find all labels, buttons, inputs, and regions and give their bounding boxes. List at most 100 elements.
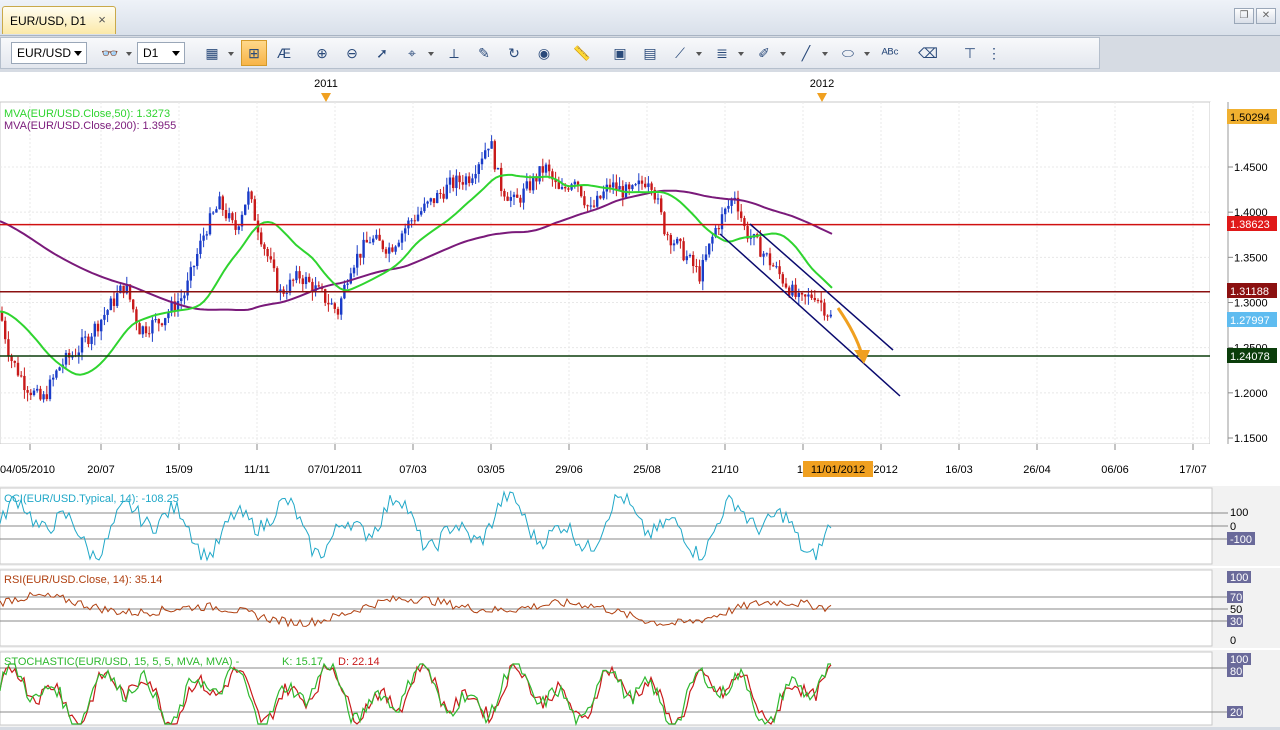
candle-body xyxy=(416,214,420,221)
trend-line-icon[interactable]: ╱ xyxy=(793,40,819,66)
candle-body xyxy=(772,265,775,267)
candle-body xyxy=(820,300,823,303)
price-axis[interactable]: 1.45001.40001.35001.30001.25001.20001.15… xyxy=(1210,102,1280,445)
fib-dropdown[interactable] xyxy=(737,40,745,66)
picture-icon[interactable]: ▣ xyxy=(607,40,633,66)
candle-body xyxy=(650,183,653,190)
chart-area[interactable]: 2011 2012 MVA(EUR/USD.Close,50): 1.3273 xyxy=(0,72,1280,727)
timeframe-select[interactable]: D1 xyxy=(137,42,185,64)
candle-body xyxy=(528,181,532,191)
line-tools-dropdown[interactable] xyxy=(695,40,703,66)
stochastic-pane[interactable]: STOCHASTIC(EUR/USD, 15, 5, 5, MVA, MVA) … xyxy=(0,650,1280,727)
candle-body xyxy=(490,141,493,149)
candle-body xyxy=(333,303,336,309)
zoom-in-icon[interactable]: ⊕ xyxy=(309,40,335,66)
candle-body xyxy=(538,166,541,182)
globe-icon[interactable]: ◉ xyxy=(531,40,557,66)
pencil-icon[interactable]: ✐ xyxy=(751,40,777,66)
bar-chart-icon[interactable]: ⊞ xyxy=(241,40,267,66)
candle-body xyxy=(436,192,439,204)
glasses-dropdown[interactable] xyxy=(125,40,133,66)
candle-body xyxy=(39,388,42,400)
candle-body xyxy=(781,274,784,284)
eraser-icon[interactable]: ⌫ xyxy=(915,40,941,66)
candle-body xyxy=(336,308,340,315)
stoch-tick-20: 20 xyxy=(1230,707,1242,719)
candle-body xyxy=(189,267,192,281)
candle-body xyxy=(512,194,516,198)
candle-body xyxy=(791,284,794,296)
cursor-icon[interactable]: ➚ xyxy=(369,40,395,66)
candle-body xyxy=(503,190,506,197)
candle-body xyxy=(461,182,464,185)
candle-body xyxy=(759,237,762,257)
zoom-out-icon[interactable]: ⊖ xyxy=(339,40,365,66)
date-tick-label: 20/07 xyxy=(87,464,115,476)
candle-body xyxy=(429,198,432,202)
line-tools-icon[interactable]: ⟋ xyxy=(667,40,693,66)
chart-tab-title: EUR/USD, D1 xyxy=(10,13,87,28)
symbol-select[interactable]: EUR/USD xyxy=(11,42,87,64)
date-axis[interactable]: 04/05/2010 20/07 15/09 11/11 07/01/2011 07/03… xyxy=(0,444,1280,482)
candle-body xyxy=(26,390,29,393)
vertical-line-icon[interactable]: ⟂ xyxy=(441,40,467,66)
ellipse-icon[interactable]: ⬭ xyxy=(835,40,861,66)
candle-body xyxy=(829,314,832,317)
rsi-tick-30: 30 xyxy=(1230,616,1242,628)
hierarchy-icon[interactable]: ⊤ xyxy=(957,40,983,66)
candle-body xyxy=(199,240,202,255)
candle-body xyxy=(375,234,378,239)
price-tick-label: 1.3000 xyxy=(1234,298,1268,310)
candle-body xyxy=(365,239,368,243)
candle-body xyxy=(346,283,349,285)
candle-body xyxy=(288,279,292,293)
candle-body xyxy=(340,298,343,315)
fib-icon[interactable]: ≣ xyxy=(709,40,735,66)
crosshair-dropdown[interactable] xyxy=(427,40,435,66)
glasses-icon[interactable]: 👓 xyxy=(97,40,123,66)
stoch-tick-100: 100 xyxy=(1230,654,1248,666)
cci-tick-minus100: -100 xyxy=(1230,534,1252,546)
candle-body xyxy=(500,167,503,191)
window-icon[interactable]: ▤ xyxy=(637,40,663,66)
ellipse-dropdown[interactable] xyxy=(863,40,871,66)
rsi-pane[interactable]: RSI(EUR/USD.Close, 14): 35.14 100 70 50 … xyxy=(0,568,1280,648)
stoch-label: STOCHASTIC(EUR/USD, 15, 5, 5, MVA, MVA) … xyxy=(4,656,240,668)
restore-icon[interactable]: ❐ xyxy=(1234,8,1254,24)
candle-body xyxy=(583,196,586,206)
candle-body xyxy=(765,253,768,255)
candle-body xyxy=(295,271,298,281)
trend-line-dropdown[interactable] xyxy=(821,40,829,66)
text-icon[interactable]: Æ xyxy=(271,40,297,66)
pencil-dropdown[interactable] xyxy=(779,40,787,66)
text-label-icon[interactable]: ᴬᴮᶜ xyxy=(877,40,903,66)
chart-canvas[interactable]: 2011 2012 MVA(EUR/USD.Close,50): 1.3273 xyxy=(0,72,1280,727)
candle-body xyxy=(439,192,442,194)
close-icon[interactable]: × xyxy=(95,13,109,27)
cci-pane[interactable]: CCI(EUR/USD.Typical, 14): -108.25 100 0 … xyxy=(0,486,1280,566)
ruler-icon[interactable]: 📏 xyxy=(569,40,595,66)
year-label-2011: 2011 xyxy=(314,78,338,90)
candle-body xyxy=(474,173,477,179)
close-window-icon[interactable]: ✕ xyxy=(1256,8,1276,24)
candle-body xyxy=(317,285,320,287)
candle-body xyxy=(484,150,487,159)
candle-body xyxy=(464,176,468,185)
crosshair-icon[interactable]: ⌖ xyxy=(399,40,425,66)
candle-body xyxy=(151,320,154,334)
candle-body xyxy=(112,298,116,306)
chart-type-dropdown[interactable] xyxy=(227,40,235,66)
stoch-tick-80: 80 xyxy=(1230,666,1242,678)
chart-tab[interactable]: EUR/USD, D1 × xyxy=(2,6,116,34)
edit-icon[interactable]: ✎ xyxy=(471,40,497,66)
candle-body xyxy=(352,267,356,274)
chart-type-icon[interactable]: ▦ xyxy=(199,40,225,66)
price-pane[interactable]: MVA(EUR/USD.Close,50): 1.3273 MVA(EUR/US… xyxy=(0,101,1228,445)
candle-body xyxy=(192,265,196,268)
toolbar-overflow-icon[interactable]: ⋮ xyxy=(987,40,1001,66)
candle-body xyxy=(749,237,752,239)
cursor-date-text: 11/01/2012 xyxy=(811,464,865,476)
candle-body xyxy=(717,228,720,230)
redo-icon[interactable]: ↻ xyxy=(501,40,527,66)
candle-body xyxy=(778,266,781,275)
